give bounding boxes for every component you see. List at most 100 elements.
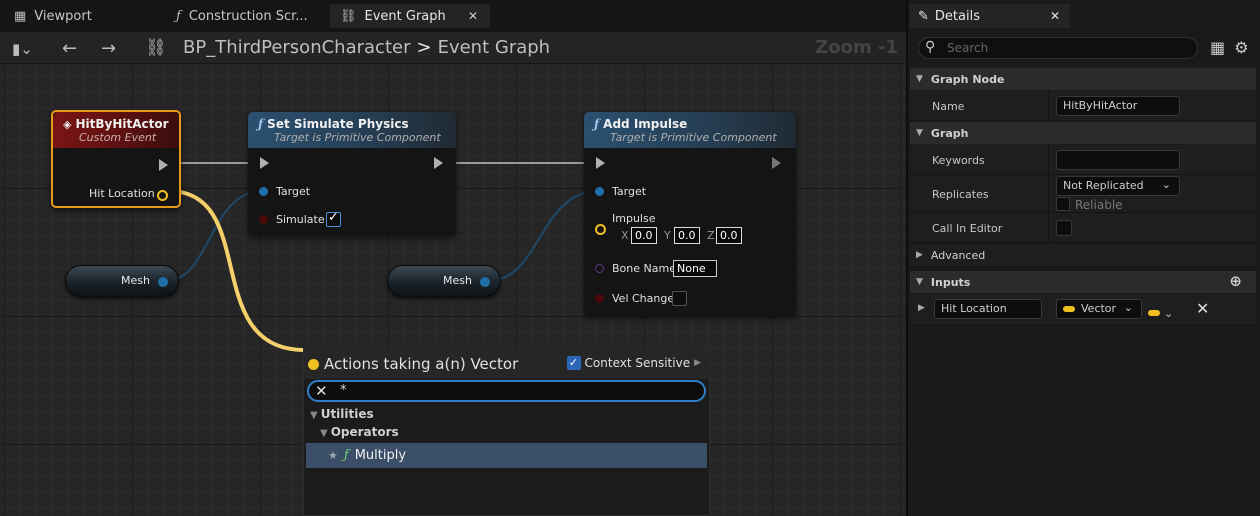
event-node-hitbyhitactor[interactable]: ◈ HitByHitActor Custom Event Hit Location <box>51 110 181 208</box>
mesh-variable-node[interactable]: Mesh <box>387 265 501 297</box>
chevron-down-icon: ⌄ <box>1164 307 1174 320</box>
pin-label: Hit Location <box>89 187 155 200</box>
node-set-simulate-physics[interactable]: ƒ Set Simulate Physics Target is Primitiv… <box>248 112 456 236</box>
input-type-dropdown[interactable]: Vector ⌄ <box>1056 299 1142 319</box>
row-call-in-editor: Call In Editor <box>910 213 1256 243</box>
context-sensitive-toggle[interactable]: ✓ Context Sensitive ▶ <box>566 356 701 370</box>
property-label: Call In Editor <box>932 222 1003 235</box>
bookmark-icon[interactable]: ▮⌄ <box>12 40 33 58</box>
action-item-label: Multiply <box>354 448 407 463</box>
viewport-icon: ▦ <box>14 8 27 24</box>
impulse-x-field[interactable]: 0.0 <box>631 227 657 244</box>
add-input-icon[interactable]: ⊕ <box>1229 272 1242 290</box>
target-pin[interactable] <box>259 187 268 196</box>
function-icon: ƒ <box>176 8 181 24</box>
expand-triangle-icon: ▼ <box>320 428 328 439</box>
settings-gear-icon[interactable]: ⚙ <box>1234 38 1248 57</box>
section-label: Graph <box>930 126 969 140</box>
exec-out-pin[interactable] <box>772 157 781 169</box>
close-icon[interactable]: ✕ <box>1050 9 1060 23</box>
pin-label: Simulate <box>276 213 325 226</box>
expand-triangle-icon[interactable]: ▶ <box>918 303 925 313</box>
target-pin[interactable] <box>595 187 604 196</box>
unreal-blueprint-editor: ▦ Viewport ƒ Construction Scr... ⛓ Event… <box>0 0 1260 516</box>
table-view-icon[interactable]: ▦ <box>1210 38 1225 57</box>
exec-in-pin[interactable] <box>596 157 605 169</box>
hit-location-pin[interactable] <box>157 190 168 201</box>
clear-icon[interactable]: ✕ <box>315 382 328 400</box>
impulse-z-field[interactable]: 0.0 <box>716 227 742 244</box>
exec-out-pin[interactable] <box>159 159 168 171</box>
node-subtitle: Target is Primitive Component <box>274 131 441 144</box>
section-label: Advanced <box>930 248 986 262</box>
category-label: Utilities <box>320 407 374 421</box>
property-label: Name <box>932 100 965 113</box>
tab-label: Construction Scr... <box>188 8 308 24</box>
forward-arrow-icon[interactable]: → <box>101 38 116 59</box>
function-icon: ƒ <box>594 117 600 131</box>
node-subtitle: Custom Event <box>79 131 157 144</box>
expand-triangle-icon: ▼ <box>310 410 318 421</box>
axis-label: X <box>621 229 629 242</box>
graph-toolbar: ▮⌄ ← → ⛓ BP_ThirdPersonCharacter > Event… <box>0 32 906 64</box>
tab-viewport[interactable]: ▦ Viewport <box>4 4 164 28</box>
caret-right-icon: ▶ <box>694 358 701 368</box>
section-label: Graph Node <box>930 72 1005 86</box>
breadcrumb-blueprint[interactable]: BP_ThirdPersonCharacter <box>183 37 410 58</box>
section-graph[interactable]: ▼ Graph <box>910 122 1256 144</box>
breadcrumb-separator: > <box>416 37 432 58</box>
section-graph-node[interactable]: ▼ Graph Node <box>910 68 1256 90</box>
breadcrumb: BP_ThirdPersonCharacter > Event Graph <box>183 37 550 58</box>
vector-pin-icon <box>308 358 319 370</box>
keywords-field[interactable] <box>1056 150 1180 170</box>
row-replicates: Replicates Not Replicated ⌄ Reliable <box>910 175 1256 213</box>
bone-name-field[interactable]: None <box>673 260 717 277</box>
row-keywords: Keywords <box>910 145 1256 175</box>
container-type-dropdown[interactable]: ⌄ <box>1148 302 1173 321</box>
impulse-pin[interactable] <box>595 224 606 235</box>
tab-details[interactable]: ✎ Details ✕ <box>910 4 1070 28</box>
section-advanced[interactable]: ▶ Advanced <box>910 244 1256 266</box>
simulate-checkbox[interactable]: ✓ <box>326 210 341 227</box>
section-inputs[interactable]: ▼ Inputs ⊕ <box>910 271 1256 293</box>
impulse-y-field[interactable]: 0.0 <box>674 227 700 244</box>
reliable-checkbox[interactable] <box>1056 197 1070 211</box>
graph-icon: ⛓ <box>340 8 357 24</box>
action-menu-title: Actions taking a(n) Vector <box>324 355 519 373</box>
action-item-multiply[interactable]: ★ ƒ Multiply <box>306 443 707 468</box>
axis-label: Y <box>664 229 671 242</box>
category-utilities[interactable]: ▼ Utilities <box>310 407 374 421</box>
tab-event-graph[interactable]: ⛓ Event Graph ✕ <box>330 4 490 28</box>
simulate-pin[interactable] <box>259 215 268 224</box>
vel-change-pin[interactable] <box>595 294 604 303</box>
name-field[interactable]: HitByHitActor <box>1056 96 1180 116</box>
mesh-output-pin[interactable] <box>480 277 490 287</box>
collapse-triangle-icon: ▼ <box>916 277 923 287</box>
call-in-editor-checkbox[interactable] <box>1056 220 1072 236</box>
tab-construction-script[interactable]: ƒ Construction Scr... <box>166 4 326 28</box>
exec-out-pin[interactable] <box>434 157 443 169</box>
node-add-impulse[interactable]: ƒ Add Impulse Target is Primitive Compone… <box>584 112 796 316</box>
pin-label: Target <box>276 185 311 198</box>
back-arrow-icon[interactable]: ← <box>62 38 77 59</box>
row-input-hit-location: ▶ Hit Location Vector ⌄ ⌄ ✕ <box>910 295 1256 325</box>
mesh-variable-node[interactable]: Mesh <box>65 265 179 297</box>
mesh-output-pin[interactable] <box>158 277 168 287</box>
graph-canvas[interactable]: ◈ HitByHitActor Custom Event Hit Location… <box>0 64 906 516</box>
exec-in-pin[interactable] <box>260 157 269 169</box>
breadcrumb-graph[interactable]: Event Graph <box>438 37 551 58</box>
remove-input-icon[interactable]: ✕ <box>1196 299 1209 318</box>
tab-label: Viewport <box>34 8 92 24</box>
star-icon[interactable]: ★ <box>328 449 338 462</box>
input-name-field[interactable]: Hit Location <box>934 299 1042 319</box>
function-icon: ƒ <box>343 448 349 463</box>
close-icon[interactable]: ✕ <box>468 9 478 23</box>
action-search-input[interactable]: ✕ * <box>307 380 706 402</box>
category-operators[interactable]: ▼ Operators <box>320 425 399 439</box>
vel-change-checkbox[interactable] <box>672 291 687 306</box>
dropdown-value: Not Replicated <box>1063 179 1144 192</box>
function-icon: ƒ <box>258 117 264 131</box>
details-search-input[interactable]: ⚲ Search <box>918 37 1198 59</box>
replicates-dropdown[interactable]: Not Replicated ⌄ <box>1056 176 1180 196</box>
bone-name-pin[interactable] <box>595 264 604 273</box>
